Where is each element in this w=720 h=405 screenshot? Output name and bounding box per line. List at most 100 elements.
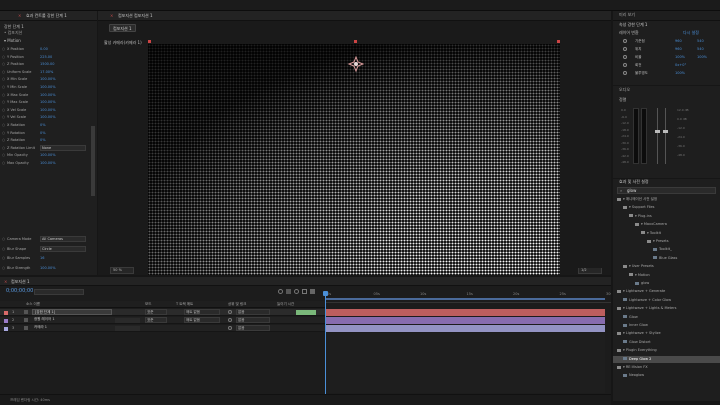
slider-handle[interactable] (655, 130, 660, 133)
stopwatch-icon[interactable]: ○ (2, 153, 5, 157)
switches[interactable] (115, 318, 140, 323)
stopwatch-icon[interactable]: ○ (2, 55, 5, 59)
param-value[interactable]: 0% (40, 138, 46, 142)
param-value[interactable]: 100.00% (40, 85, 56, 89)
col-trkmat[interactable]: T 트랙 매트 (176, 302, 193, 307)
prop-value-2[interactable]: 540 (697, 39, 704, 43)
motion-blur-icon[interactable] (294, 289, 299, 294)
label-color[interactable] (4, 318, 8, 323)
stopwatch-icon[interactable]: ○ (2, 47, 5, 51)
param-value[interactable]: 100.00% (40, 108, 56, 112)
prop-value-1[interactable]: 100% (675, 71, 685, 75)
shy-icon[interactable] (278, 289, 283, 294)
frame-blend-icon[interactable] (286, 289, 291, 294)
tree-item[interactable]: Glow Distort (629, 340, 651, 344)
stopwatch-icon[interactable] (623, 71, 627, 75)
work-area-bar[interactable] (325, 298, 605, 300)
comp-viewer[interactable] (148, 44, 560, 275)
layer-duration-bar[interactable] (325, 317, 605, 324)
trkmat-dropdown[interactable]: 매트 없음 (184, 317, 220, 323)
param-value[interactable]: 225.00 (40, 55, 52, 59)
motion-section[interactable]: ▾ Motion (4, 38, 21, 46)
tree-item[interactable]: Inner Glow (629, 323, 648, 327)
mode-dropdown[interactable]: 표준 (145, 317, 167, 323)
label-color[interactable] (4, 326, 8, 331)
param-value[interactable]: 100.00% (40, 77, 56, 81)
stopwatch-icon[interactable]: ○ (2, 138, 5, 142)
prop-value-1[interactable]: 100% (675, 55, 685, 59)
tree-item[interactable]: Glow (629, 315, 638, 319)
stopwatch-icon[interactable]: ○ (2, 237, 5, 241)
prop-value-2[interactable]: 540 (697, 47, 704, 51)
stopwatch-icon[interactable]: ○ (2, 62, 5, 66)
slider-handle[interactable] (663, 130, 668, 133)
stopwatch-icon[interactable] (623, 55, 627, 59)
tree-item[interactable]: ▾ Lightwave + Lights & Meters (623, 306, 676, 310)
param-value[interactable]: 0% (40, 131, 46, 135)
layer-duration-bar[interactable] (325, 325, 605, 332)
trkmat-dropdown[interactable]: 매트 없음 (184, 309, 220, 315)
timeline-search[interactable] (34, 289, 84, 295)
prop-value-1[interactable]: 0x+0° (675, 63, 686, 67)
comp-subtab[interactable]: 컴포지션 1 (109, 24, 136, 32)
zoom-dropdown[interactable]: 50 % (110, 267, 134, 274)
stopwatch-icon[interactable]: ○ (2, 100, 5, 104)
param-value[interactable]: 100.00% (40, 100, 56, 104)
close-icon[interactable]: × (18, 13, 21, 18)
col-parent[interactable]: 상위 및 링크 (228, 302, 246, 307)
search-field[interactable]: ⌕ glow (617, 187, 716, 194)
switches[interactable] (115, 310, 140, 315)
pickwhip-icon[interactable] (228, 326, 232, 330)
tree-item[interactable]: ▾ Toolkit (647, 231, 661, 235)
stopwatch-icon[interactable]: ○ (2, 85, 5, 89)
tree-item[interactable]: Blue Glass (659, 256, 677, 260)
stopwatch-icon[interactable] (623, 47, 627, 51)
tree-item[interactable]: ▾ Lightwave + Stylize (623, 331, 661, 335)
prop-value-1[interactable]: 960 (675, 39, 682, 43)
playhead-handle[interactable] (323, 291, 328, 296)
close-icon[interactable]: × (4, 279, 7, 284)
layer-duration-bar[interactable] (325, 309, 605, 316)
tree-item[interactable]: ▾ RE:Vision FX (623, 365, 648, 369)
stopwatch-icon[interactable] (623, 63, 627, 67)
tree-item[interactable]: ▾ Presets (653, 239, 669, 243)
stopwatch-icon[interactable]: ○ (2, 93, 5, 97)
stopwatch-icon[interactable]: ○ (2, 131, 5, 135)
composition-tab[interactable]: 컴포지션 컴포지션 1 (118, 13, 153, 19)
stopwatch-icon[interactable]: ○ (2, 70, 5, 74)
stopwatch-icon[interactable]: ○ (2, 161, 5, 165)
parent-dropdown[interactable]: 없음 (236, 325, 270, 331)
stopwatch-icon[interactable]: ○ (2, 256, 5, 260)
tree-item[interactable]: Neoglow (629, 373, 644, 377)
prop-value-1[interactable]: 960 (675, 47, 682, 51)
layer-name[interactable]: 광원 레이어 1 (32, 317, 112, 323)
effect-controls-tab[interactable]: 효과 컨트롤 강한 단계 1 (26, 13, 67, 19)
stopwatch-icon[interactable] (623, 39, 627, 43)
pickwhip-icon[interactable] (228, 318, 232, 322)
pickwhip-icon[interactable] (228, 310, 232, 314)
col-mode[interactable]: 모드 (145, 302, 151, 307)
layer-name[interactable]: [강한 단계 1] (32, 309, 112, 315)
effect-controls-scrollbar[interactable] (91, 126, 95, 196)
param-value[interactable]: 16 (40, 256, 44, 260)
param-value[interactable]: 17.00% (40, 70, 53, 74)
properties-tab[interactable]: 속성 강한 단계 1 (619, 22, 647, 30)
label-color[interactable] (4, 310, 8, 315)
tree-item[interactable]: Toolkit_ (659, 247, 672, 251)
switches[interactable] (115, 326, 140, 331)
param-value[interactable]: 100.00% (40, 93, 56, 97)
tree-item[interactable]: ▾ User Presets (629, 264, 654, 268)
close-icon[interactable]: × (110, 13, 113, 18)
tree-item[interactable]: ▾ Plugin Everything (623, 348, 657, 352)
param-dropdown[interactable]: None (40, 144, 86, 151)
param-dropdown[interactable]: All Cameras (40, 236, 86, 242)
tree-item[interactable]: ▾ Support Files (629, 205, 655, 209)
stopwatch-icon[interactable]: ○ (2, 77, 5, 81)
col-source-name[interactable]: 소스 이름 (26, 302, 40, 307)
tree-item[interactable]: ▾ Motion (635, 273, 650, 277)
parent-dropdown[interactable]: 없음 (236, 309, 270, 315)
resolution-dropdown[interactable]: 1/2 (578, 267, 602, 274)
stopwatch-icon[interactable]: ○ (2, 247, 5, 251)
param-value[interactable]: 0.00 (40, 47, 48, 51)
stopwatch-icon[interactable]: ○ (2, 123, 5, 127)
